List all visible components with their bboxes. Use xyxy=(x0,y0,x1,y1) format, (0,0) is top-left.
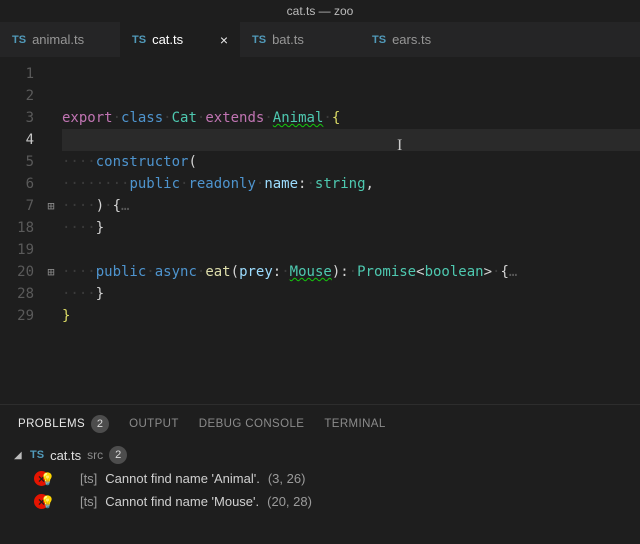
tab-label: ears.ts xyxy=(392,32,431,47)
tab-ears[interactable]: TS ears.ts xyxy=(360,22,480,57)
tab-label: bat.ts xyxy=(272,32,304,47)
problem-item[interactable]: 💡 [ts] Cannot find name 'Animal'. (3, 26… xyxy=(10,467,630,490)
tab-bat[interactable]: TS bat.ts xyxy=(240,22,360,57)
tab-cat[interactable]: TS cat.ts × xyxy=(120,22,240,57)
ts-icon: TS xyxy=(252,34,266,46)
problem-message: Cannot find name 'Animal'. xyxy=(105,471,260,486)
line-number: 1 xyxy=(0,63,40,85)
problem-location: (20, 28) xyxy=(267,494,312,509)
chevron-down-icon: ◢ xyxy=(14,450,24,461)
gutter: 1 2 3 4 5 6 7⊞ 18 19 20⊞ 28 29 xyxy=(0,63,62,404)
problem-item[interactable]: 💡 [ts] Cannot find name 'Mouse'. (20, 28… xyxy=(10,490,630,513)
line-number: 4 xyxy=(0,129,40,151)
close-icon[interactable]: × xyxy=(220,32,228,48)
panel-tab-terminal[interactable]: TERMINAL xyxy=(324,415,385,433)
ts-icon: TS xyxy=(132,34,146,46)
panel-tabs: PROBLEMS 2 OUTPUT DEBUG CONSOLE TERMINAL xyxy=(0,405,640,443)
problem-count-badge: 2 xyxy=(91,415,109,433)
panel-tab-debug[interactable]: DEBUG CONSOLE xyxy=(199,415,305,433)
code-editor[interactable]: 1 2 3 4 5 6 7⊞ 18 19 20⊞ 28 29 export·cl… xyxy=(0,57,640,404)
tab-animal[interactable]: TS animal.ts xyxy=(0,22,120,57)
problems-file-name: cat.ts xyxy=(50,448,81,463)
code-area[interactable]: export·class·Cat·extends·Animal·{ ····co… xyxy=(62,63,640,404)
problem-prefix: [ts] xyxy=(80,494,97,509)
problems-file-row[interactable]: ◢ TS cat.ts src 2 xyxy=(10,443,630,467)
ts-icon: TS xyxy=(30,449,44,461)
problems-file-src: src xyxy=(87,448,103,462)
ts-icon: TS xyxy=(372,34,386,46)
tab-label: animal.ts xyxy=(32,32,84,47)
lightbulb-icon: 💡 xyxy=(40,472,55,486)
problems-list: ◢ TS cat.ts src 2 💡 [ts] Cannot find nam… xyxy=(0,443,640,513)
ts-icon: TS xyxy=(12,34,26,46)
line-number: 19 xyxy=(0,239,40,261)
line-number: 28 xyxy=(0,283,40,305)
bottom-panel: PROBLEMS 2 OUTPUT DEBUG CONSOLE TERMINAL… xyxy=(0,404,640,544)
lightbulb-icon: 💡 xyxy=(40,495,55,509)
fold-icon[interactable]: ⊞ xyxy=(40,261,62,283)
problem-prefix: [ts] xyxy=(80,471,97,486)
line-number: 18 xyxy=(0,217,40,239)
panel-tab-output[interactable]: OUTPUT xyxy=(129,415,179,433)
fold-icon[interactable]: ⊞ xyxy=(40,195,62,217)
problems-file-count: 2 xyxy=(109,446,127,464)
text-cursor-icon: I xyxy=(397,135,402,157)
tab-bar: TS animal.ts TS cat.ts × TS bat.ts TS ea… xyxy=(0,22,640,57)
problem-message: Cannot find name 'Mouse'. xyxy=(105,494,259,509)
problem-location: (3, 26) xyxy=(268,471,306,486)
line-number: 2 xyxy=(0,85,40,107)
line-number: 29 xyxy=(0,305,40,327)
line-number: 5 xyxy=(0,151,40,173)
panel-tab-problems[interactable]: PROBLEMS 2 xyxy=(18,415,109,433)
window-title: cat.ts — zoo xyxy=(0,0,640,22)
line-number: 7 xyxy=(0,195,40,217)
line-number: 6 xyxy=(0,173,40,195)
tab-label: cat.ts xyxy=(152,32,183,47)
line-number: 20 xyxy=(0,261,40,283)
line-number: 3 xyxy=(0,107,40,129)
